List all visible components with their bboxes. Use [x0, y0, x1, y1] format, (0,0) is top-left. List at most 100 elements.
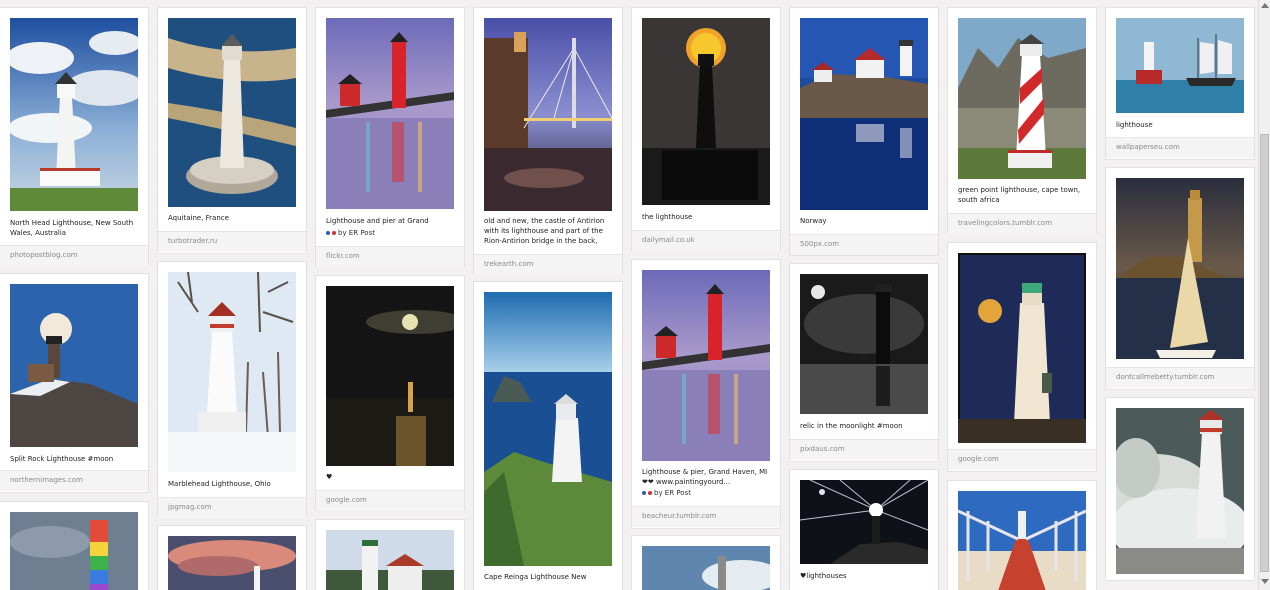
- pin-image[interactable]: [1116, 178, 1244, 359]
- pin-source[interactable]: travelingcolors.tumblr.com: [948, 213, 1096, 234]
- pin-attribution-text[interactable]: by ER Post: [654, 489, 691, 497]
- vertical-scrollbar[interactable]: [1258, 0, 1270, 590]
- pin-card[interactable]: [0, 502, 148, 590]
- pin-source-text[interactable]: 500px.com: [800, 240, 839, 248]
- pin-card[interactable]: [316, 520, 464, 590]
- pin-image[interactable]: [10, 284, 138, 447]
- pin-card[interactable]: Lighthouse & pier, Grand Haven, MI ❤❤ ww…: [632, 260, 780, 528]
- pin-image[interactable]: [10, 18, 138, 211]
- pin-card[interactable]: ♥ google.com: [316, 276, 464, 511]
- pin-image[interactable]: [800, 480, 928, 564]
- pin-attribution-text[interactable]: by ER Post: [338, 229, 375, 237]
- pin-card[interactable]: Lighthouse and pier at Grand Haven, MI b…: [316, 8, 464, 267]
- pin-description: Aquitaine, France: [168, 214, 229, 222]
- pin-card[interactable]: North Head Lighthouse, New South Wales, …: [0, 8, 148, 266]
- pin-source[interactable]: flickr.com: [316, 246, 464, 267]
- pin-image[interactable]: [642, 546, 770, 590]
- pin-source[interactable]: dontcallmebetty.tumblr.com: [1106, 367, 1254, 388]
- pin-source[interactable]: 500px.com: [790, 234, 938, 255]
- pin-image[interactable]: [168, 18, 296, 207]
- pin-source-text[interactable]: turbotrader.ru: [168, 237, 217, 245]
- pin-image[interactable]: [642, 270, 770, 461]
- pin-image[interactable]: [10, 512, 138, 590]
- pin-card[interactable]: relic in the moonlight #moon pixdaus.com: [790, 264, 938, 461]
- pin-source[interactable]: jpgmag.com: [158, 497, 306, 518]
- pin-description: ♥lighthouses: [800, 572, 847, 580]
- pin-image[interactable]: [958, 18, 1086, 179]
- pin-card[interactable]: Norway 500px.com: [790, 8, 938, 255]
- pin-card[interactable]: ♥lighthouses: [790, 470, 938, 590]
- pin-attribution[interactable]: by ER Post: [326, 229, 375, 237]
- pin-card[interactable]: [158, 526, 306, 590]
- pin-card[interactable]: the lighthouse dailymail.co.uk: [632, 8, 780, 251]
- pin-image[interactable]: [326, 530, 454, 590]
- user-avatar-icon: [648, 491, 652, 495]
- pin-grid: North Head Lighthouse, New South Wales, …: [0, 0, 1258, 590]
- pin-card[interactable]: google.com: [948, 243, 1096, 471]
- pin-image[interactable]: [168, 536, 296, 590]
- pin-source-text[interactable]: google.com: [958, 455, 999, 463]
- pin-card[interactable]: [1106, 398, 1254, 580]
- pin-image[interactable]: [484, 18, 612, 211]
- pin-source[interactable]: turbotrader.ru: [158, 231, 306, 252]
- pin-source[interactable]: photopostblog.com: [0, 245, 148, 266]
- pin-card[interactable]: old and new, the castle of Antirion with…: [474, 8, 622, 275]
- pin-description: the lighthouse: [642, 213, 693, 221]
- pin-card[interactable]: [948, 481, 1096, 590]
- pin-source-text[interactable]: northernimages.com: [10, 476, 83, 484]
- pin-source[interactable]: beacheur.tumblr.com: [632, 506, 780, 527]
- pin-image[interactable]: [800, 274, 928, 414]
- pin-source-text[interactable]: beacheur.tumblr.com: [642, 512, 716, 520]
- pin-source-text[interactable]: google.com: [326, 496, 367, 504]
- pin-description: Lighthouse & pier, Grand Haven, MI ❤❤ ww…: [642, 468, 768, 486]
- pin-attribution[interactable]: by ER Post: [642, 489, 691, 497]
- pin-image[interactable]: [800, 18, 928, 210]
- pin-source[interactable]: trekearth.com: [474, 254, 622, 275]
- pin-source[interactable]: pixdaus.com: [790, 439, 938, 460]
- pin-card[interactable]: Marblehead Lighthouse, Ohio jpgmag.com: [158, 262, 306, 518]
- pin-card[interactable]: lighthouse wallpaperseu.com: [1106, 8, 1254, 159]
- pin-source-text[interactable]: dontcallmebetty.tumblr.com: [1116, 373, 1214, 381]
- pin-source-text[interactable]: trekearth.com: [484, 260, 533, 268]
- pin-source-text[interactable]: pixdaus.com: [800, 445, 845, 453]
- pin-image[interactable]: [642, 18, 770, 205]
- scrollbar-thumb[interactable]: [1260, 134, 1269, 572]
- pin-source-text[interactable]: dailymail.co.uk: [642, 236, 695, 244]
- pin-source-text[interactable]: photopostblog.com: [10, 251, 78, 259]
- pin-source-text[interactable]: wallpaperseu.com: [1116, 143, 1180, 151]
- pin-image[interactable]: [168, 272, 296, 472]
- pin-source-text[interactable]: travelingcolors.tumblr.com: [958, 219, 1052, 227]
- pin-image[interactable]: [484, 292, 612, 566]
- pin-image[interactable]: [326, 18, 454, 209]
- pin-description: Norway: [800, 217, 827, 225]
- pin-source-text[interactable]: jpgmag.com: [168, 503, 212, 511]
- pin-source[interactable]: google.com: [316, 490, 464, 511]
- scroll-down-arrow-icon[interactable]: [1261, 579, 1269, 584]
- pin-description: old and new, the castle of Antirion with…: [484, 217, 605, 245]
- pin-card[interactable]: dontcallmebetty.tumblr.com: [1106, 168, 1254, 389]
- pin-card[interactable]: Split Rock Lighthouse #moon northernimag…: [0, 274, 148, 492]
- user-avatar-icon: [326, 231, 330, 235]
- pin-source[interactable]: northernimages.com: [0, 470, 148, 491]
- pin-description: Lighthouse and pier at Grand Haven, MI: [326, 217, 429, 225]
- pin-description: relic in the moonlight #moon: [800, 422, 903, 430]
- pin-image[interactable]: [958, 491, 1086, 590]
- pin-description: Split Rock Lighthouse #moon: [10, 455, 114, 463]
- pin-source[interactable]: google.com: [948, 449, 1096, 470]
- pin-source-text[interactable]: flickr.com: [326, 252, 360, 260]
- pin-image[interactable]: [1116, 18, 1244, 113]
- pin-card[interactable]: Cape Reinga Lighthouse New Zealand: [474, 282, 622, 590]
- scroll-up-arrow-icon[interactable]: [1261, 3, 1269, 8]
- pin-description: lighthouse: [1116, 121, 1153, 129]
- pin-image[interactable]: [1116, 408, 1244, 574]
- user-avatar-icon: [642, 491, 646, 495]
- pin-card[interactable]: [632, 536, 780, 590]
- pin-image[interactable]: [958, 253, 1086, 443]
- pin-card[interactable]: Aquitaine, France turbotrader.ru: [158, 8, 306, 253]
- pin-image[interactable]: [326, 286, 454, 466]
- pin-card[interactable]: green point lighthouse, cape town, south…: [948, 8, 1096, 234]
- user-avatar-icon: [332, 231, 336, 235]
- pin-source[interactable]: dailymail.co.uk: [632, 230, 780, 251]
- pin-source[interactable]: wallpaperseu.com: [1106, 137, 1254, 158]
- pin-description: ♥: [326, 473, 333, 481]
